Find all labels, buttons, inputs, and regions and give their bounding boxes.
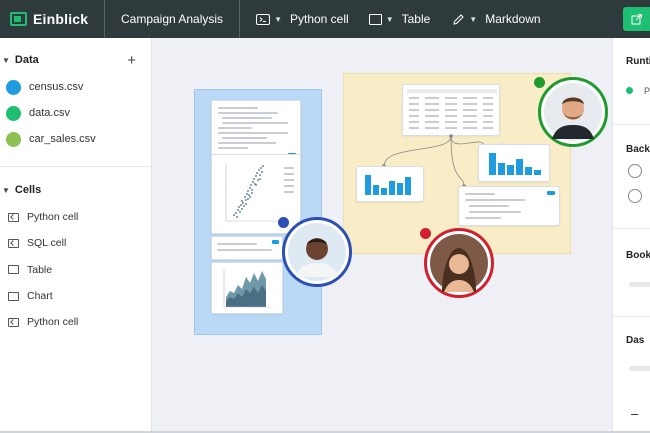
table-icon (368, 13, 382, 25)
dashboard-label: Das (626, 335, 645, 346)
chevron-down-icon: ▼ (2, 55, 10, 65)
cell-type-item[interactable]: Table (0, 257, 152, 283)
runtime-status-dot (626, 87, 633, 94)
cell-type-label: Python cell (27, 316, 79, 329)
collaborator-avatar[interactable] (282, 217, 352, 287)
cell-type-label: Python cell (27, 211, 79, 224)
add-table-button[interactable]: ▼ Table (368, 12, 431, 26)
cells-section-title: Cells (14, 184, 42, 196)
collaborator-avatar[interactable] (424, 228, 494, 298)
workspace-canvas[interactable] (152, 38, 612, 433)
sidebar-divider (0, 166, 152, 167)
document-title[interactable]: Campaign Analysis (105, 0, 241, 38)
backend-label: Backe (626, 144, 650, 155)
bar-chart-card[interactable] (478, 144, 550, 182)
brand[interactable]: Einblick (0, 0, 105, 38)
chevron-down-icon: ▼ (274, 14, 282, 24)
cell-type-item[interactable]: Python cell (0, 309, 152, 335)
panel-divider (613, 124, 650, 125)
cell-type-label: SQL cell (27, 237, 67, 250)
runtime-status-text: P (644, 86, 650, 96)
bar-chart-plot (363, 171, 419, 195)
dataset-item[interactable]: data.csv (0, 100, 152, 126)
cell-type-label: Chart (27, 290, 53, 303)
python-cell-card[interactable] (211, 100, 301, 162)
chevron-down-icon: ▼ (469, 14, 478, 24)
dataset-item[interactable]: census.csv (0, 74, 152, 100)
pencil-icon (453, 13, 465, 25)
cells-section-header[interactable]: ▼ Cells (0, 180, 152, 200)
chart-icon (8, 291, 19, 301)
add-python-cell-button[interactable]: ▼ Python cell (256, 12, 349, 26)
collapse-button[interactable]: – (631, 406, 638, 421)
cell-type-item[interactable]: Chart (0, 283, 152, 309)
bar-chart-plot (487, 147, 545, 175)
runtime-label: Runti (626, 56, 650, 67)
einblick-logo-icon (10, 12, 27, 26)
bar-chart-card[interactable] (356, 166, 424, 202)
person-icon (288, 223, 346, 281)
code-cell-icon (8, 238, 19, 248)
dataset-item[interactable]: car_sales.csv (0, 126, 152, 152)
dataset-color-dot (6, 79, 21, 95)
dataset-color-dot (6, 131, 21, 147)
panel-divider (613, 316, 650, 317)
table-icon (8, 265, 19, 275)
dataset-name: car_sales.csv (29, 133, 96, 145)
dataset-name: data.csv (29, 107, 70, 119)
data-section-header[interactable]: ▼ Data + (0, 50, 152, 70)
area-chart-card[interactable] (211, 262, 283, 314)
python-cell-label: Python cell (289, 12, 349, 26)
chevron-down-icon: ▼ (2, 185, 10, 195)
bookmarks-label: Book (626, 250, 650, 261)
share-icon (631, 14, 642, 25)
code-cell-icon (8, 212, 19, 222)
cell-type-item[interactable]: SQL cell (0, 230, 152, 256)
table-label: Table (401, 12, 431, 26)
share-button[interactable] (623, 7, 650, 31)
dataset-name: census.csv (29, 81, 84, 93)
python-cell-card[interactable] (211, 236, 283, 260)
area-chart-graphic (223, 269, 270, 308)
code-cell-icon (8, 317, 19, 327)
bookmarks-placeholder-bar (629, 282, 650, 287)
code-cell-icon (256, 13, 271, 25)
cell-group-yellow[interactable] (343, 73, 571, 254)
top-bar: Einblick Campaign Analysis ▼ Python cell… (0, 0, 650, 38)
backend-radio-option[interactable] (628, 189, 642, 203)
markdown-label: Markdown (485, 12, 541, 26)
backend-radio-option[interactable] (628, 164, 642, 178)
dataset-color-dot (6, 105, 21, 121)
app-name: Einblick (33, 11, 89, 27)
chevron-down-icon: ▼ (385, 14, 394, 24)
dashboard-placeholder-bar (629, 366, 650, 371)
cell-type-label: Table (27, 263, 53, 276)
data-section-title: Data (14, 54, 39, 66)
cell-type-item[interactable]: Python cell (0, 204, 152, 230)
panel-divider (613, 228, 650, 229)
left-sidebar: ▼ Data + census.csv data.csv car_sales.c… (0, 38, 152, 433)
add-data-button[interactable]: + (127, 52, 136, 69)
collaborator-avatar[interactable] (538, 77, 608, 147)
add-markdown-button[interactable]: ▼ Markdown (452, 12, 541, 26)
person-icon (430, 234, 488, 292)
person-icon (544, 83, 602, 141)
right-panel: Runti P Backe Book Das – (612, 38, 650, 433)
cell-group-blue[interactable] (194, 89, 322, 335)
python-cell-card[interactable] (458, 186, 560, 226)
